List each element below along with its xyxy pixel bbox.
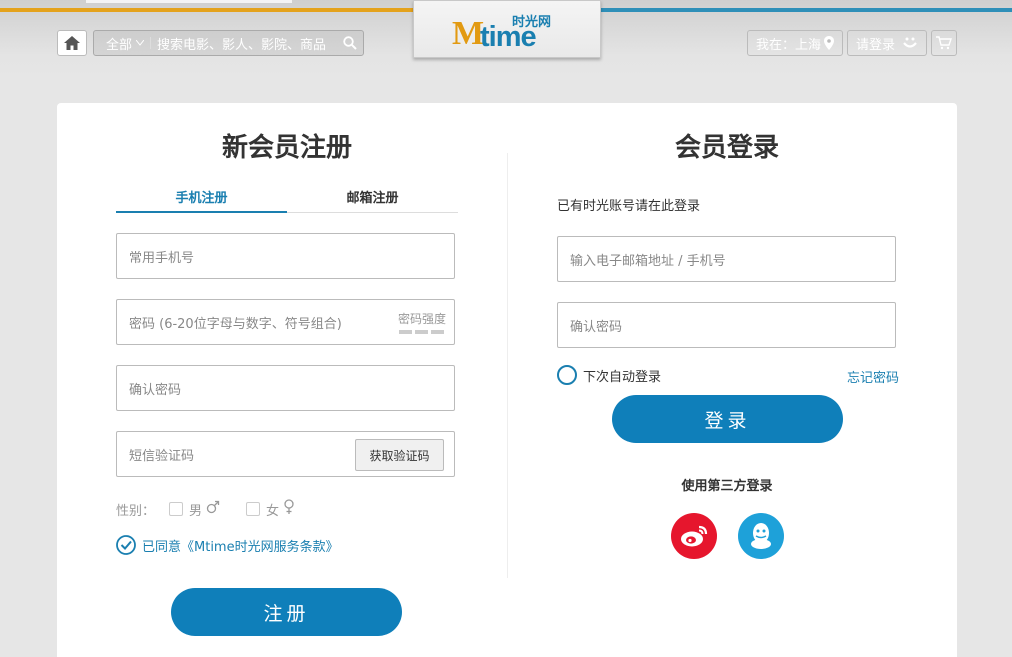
header-login-label: 请登录: [856, 37, 896, 53]
auto-login-row[interactable]: 下次自动登录: [557, 365, 661, 385]
auto-login-label: 下次自动登录: [583, 369, 662, 385]
register-button[interactable]: 注册: [171, 588, 402, 636]
gender-row: 性别： 男 女: [116, 499, 295, 519]
tab-phone-register[interactable]: 手机注册: [116, 187, 287, 213]
phone-field[interactable]: 常用手机号: [116, 233, 455, 279]
register-confirm-field[interactable]: 确认密码: [116, 365, 455, 411]
login-title: 会员登录: [674, 133, 779, 163]
auth-card: 新会员注册 手机注册 邮箱注册 常用手机号 密码 (6-20位字母与数字、符号组…: [57, 103, 957, 657]
home-button[interactable]: [57, 30, 87, 56]
login-account-placeholder: 输入电子邮箱地址 / 手机号: [570, 253, 726, 269]
phone-placeholder: 常用手机号: [129, 250, 195, 266]
qq-penguin-icon: [751, 523, 771, 549]
logo-cn-text: 时光网: [512, 15, 552, 30]
search-input[interactable]: 搜索电影、影人、影院、商品: [157, 34, 337, 53]
get-sms-code-button[interactable]: 获取验证码: [355, 439, 444, 471]
header-strip: [86, 0, 292, 3]
weibo-login-button[interactable]: [671, 513, 717, 559]
register-title: 新会员注册: [221, 133, 352, 163]
register-password-placeholder: 密码 (6-20位字母与数字、符号组合): [129, 316, 342, 332]
login-password-field[interactable]: 确认密码: [557, 302, 896, 348]
accent-line-blue: [601, 8, 1012, 12]
mtime-logo[interactable]: M time 时光网: [413, 0, 601, 58]
password-strength-label: 密码强度: [397, 312, 446, 326]
gender-label: 性别：: [116, 503, 156, 519]
city-label: 我在：上海: [755, 37, 821, 53]
home-icon: [64, 36, 80, 50]
top-header: 全部 搜索电影、影人、影院、商品 M time 时光网 我在：上海 请登录: [0, 0, 1012, 80]
weibo-icon: [681, 525, 708, 547]
search-separator: [150, 37, 152, 49]
column-divider: [507, 153, 508, 578]
register-password-field[interactable]: 密码 (6-20位字母与数字、符号组合) 密码强度: [116, 299, 455, 345]
login-hint: 已有时光账号请在此登录: [557, 199, 701, 214]
accent-line-orange: [0, 8, 413, 12]
female-checkbox[interactable]: [246, 502, 261, 516]
tab-email-register[interactable]: 邮箱注册: [287, 187, 458, 213]
auto-login-toggle[interactable]: [557, 365, 577, 385]
search-category-label: 全部: [106, 37, 133, 53]
search-category-select[interactable]: 全部: [94, 34, 145, 53]
login-password-placeholder: 确认密码: [570, 319, 623, 335]
header-login-button[interactable]: 请登录: [847, 30, 927, 56]
cart-button[interactable]: [931, 30, 957, 56]
city-selector[interactable]: 我在：上海: [747, 30, 843, 56]
qq-login-button[interactable]: [738, 513, 784, 559]
check-circle-icon[interactable]: [116, 535, 136, 555]
login-account-field[interactable]: 输入电子邮箱地址 / 手机号: [557, 236, 896, 282]
forgot-password-link[interactable]: 忘记密码: [847, 367, 899, 386]
search-button[interactable]: [337, 36, 363, 50]
search-box[interactable]: 全部 搜索电影、影人、影院、商品: [93, 30, 364, 56]
password-strength-meter: 密码强度: [398, 310, 446, 334]
location-pin-icon: [824, 36, 834, 50]
agree-terms-row[interactable]: 已同意《Mtime时光网服务条款》: [116, 535, 339, 555]
smiley-icon: [903, 37, 917, 48]
cart-icon: [936, 36, 952, 50]
sms-code-placeholder: 短信验证码: [129, 448, 195, 464]
logo-mark: M time 时光网: [452, 9, 562, 52]
male-icon: [206, 500, 220, 518]
third-party-login-title: 使用第三方登录: [681, 479, 773, 494]
female-icon: [283, 499, 295, 519]
login-button[interactable]: 登录: [612, 395, 843, 443]
agree-terms-link[interactable]: 已同意《Mtime时光网服务条款》: [142, 536, 339, 555]
strength-bars: [398, 330, 446, 334]
chevron-down-icon: [136, 40, 145, 46]
female-label: 女: [266, 503, 280, 519]
male-label: 男: [189, 503, 203, 519]
search-icon: [343, 36, 357, 50]
register-confirm-placeholder: 确认密码: [129, 382, 182, 398]
male-checkbox[interactable]: [169, 502, 184, 516]
sms-code-field[interactable]: 短信验证码 获取验证码: [116, 431, 455, 477]
